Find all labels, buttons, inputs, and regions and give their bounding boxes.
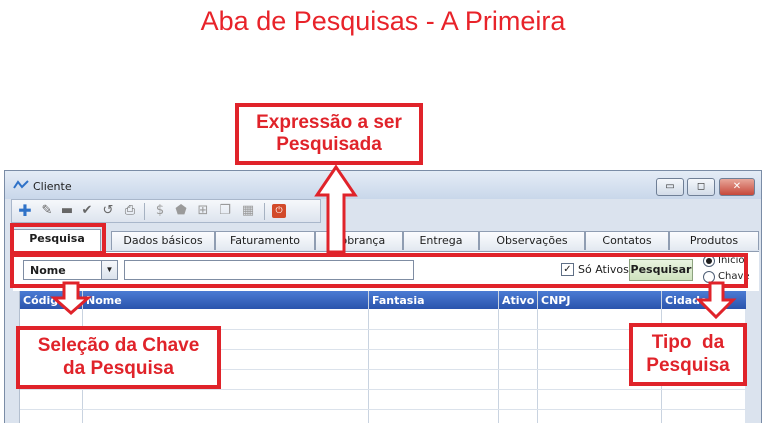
maximize-button[interactable]: ◻ — [687, 178, 715, 196]
radio-chave[interactable] — [703, 271, 715, 283]
callout-key-line-1: Seleção da Chave — [37, 335, 200, 356]
column-divider — [537, 291, 538, 423]
add-icon[interactable]: ✚ — [17, 203, 33, 219]
tab-observacoes[interactable]: Observações — [479, 231, 585, 250]
toolbar: ✚ ✎ ▬ ✔ ↺ ⎙ $ ⬟ ⊞ ❐ ▦ ⏻ — [11, 199, 321, 223]
grid-row-line — [20, 389, 746, 390]
edit-icon[interactable]: ✎ — [39, 203, 55, 219]
tab-faturamento[interactable]: Faturamento — [215, 231, 315, 250]
tab-cobranca[interactable]: Cobrança — [315, 231, 403, 250]
radio-selected-dot — [706, 258, 712, 264]
tab-pesquisa[interactable]: Pesquisa — [13, 229, 101, 251]
callout-key-line-2: da Pesquisa — [63, 358, 174, 379]
window-titlebar[interactable]: Cliente ▭ ◻ ✕ — [5, 171, 761, 199]
search-key-value: Nome — [30, 264, 66, 277]
calendar-icon[interactable]: ▦ — [240, 203, 256, 219]
callout-key-selection: Seleção da Chave da Pesquisa — [16, 326, 221, 389]
radio-inicio-label[interactable]: Início — [718, 255, 744, 266]
page-title: Aba de Pesquisas - A Primeira — [200, 6, 566, 36]
power-icon[interactable]: ⏻ — [272, 204, 286, 218]
search-expression-input[interactable] — [124, 260, 414, 280]
money-icon[interactable]: $ — [152, 203, 168, 219]
window-title: Cliente — [33, 180, 72, 193]
callout-type-line-1: Tipo da — [651, 332, 725, 353]
column-header-cidade[interactable]: Cidade — [665, 294, 707, 307]
minimize-button[interactable]: ▭ — [656, 178, 684, 196]
radio-inicio[interactable] — [703, 255, 715, 267]
radio-chave-label[interactable]: Chave — [718, 271, 750, 282]
column-divider — [498, 291, 499, 423]
screenshot-stage: Aba de Pesquisas - A Primeira Cliente ▭ … — [0, 0, 766, 423]
chevron-down-icon[interactable]: ▼ — [101, 261, 117, 279]
column-header-nome[interactable]: Nome — [86, 294, 122, 307]
delete-icon[interactable]: ▬ — [59, 203, 75, 219]
column-header-cnpj[interactable]: CNPJ — [541, 294, 570, 307]
toolbar-separator — [144, 203, 145, 220]
column-divider — [368, 291, 369, 423]
column-header-codigo[interactable]: Código — [23, 294, 66, 307]
tab-entrega[interactable]: Entrega — [403, 231, 479, 250]
only-active-checkbox[interactable]: ✓ — [561, 263, 574, 276]
column-header-fantasia[interactable]: Fantasia — [372, 294, 425, 307]
grid-icon[interactable]: ⊞ — [195, 203, 211, 219]
close-button[interactable]: ✕ — [719, 178, 755, 196]
tag-icon[interactable]: ⬟ — [173, 203, 189, 219]
only-active-label[interactable]: Só Ativos — [578, 263, 629, 276]
callout-expression: Expressão a ser Pesquisada — [235, 103, 423, 165]
callout-type-line-2: Pesquisa — [646, 355, 730, 376]
grid-header: Código Nome Fantasia Ativo CNPJ Cidade — [20, 291, 746, 309]
copy-icon[interactable]: ❐ — [217, 203, 233, 219]
callout-search-type: Tipo da Pesquisa — [629, 323, 747, 386]
confirm-icon[interactable]: ✔ — [79, 203, 95, 219]
tab-produtos[interactable]: Produtos — [669, 231, 759, 250]
callout-expression-line-1: Expressão a ser — [256, 112, 402, 133]
tab-strip: Pesquisa Dados básicos Faturamento Cobra… — [13, 229, 759, 251]
undo-icon[interactable]: ↺ — [100, 203, 116, 219]
search-panel: Nome ▼ ✓ Só Ativos Pesquisar Início Chav… — [13, 251, 759, 291]
print-icon[interactable]: ⎙ — [122, 203, 138, 219]
grid-row-line — [20, 409, 746, 410]
callout-expression-line-2: Pesquisada — [276, 134, 382, 155]
search-key-select[interactable]: Nome ▼ — [23, 260, 118, 280]
tab-dados-basicos[interactable]: Dados básicos — [111, 231, 215, 250]
search-button[interactable]: Pesquisar — [629, 259, 693, 281]
app-icon — [13, 180, 29, 189]
column-header-ativo[interactable]: Ativo — [502, 294, 534, 307]
tab-contatos[interactable]: Contatos — [585, 231, 669, 250]
toolbar-separator — [264, 203, 265, 220]
